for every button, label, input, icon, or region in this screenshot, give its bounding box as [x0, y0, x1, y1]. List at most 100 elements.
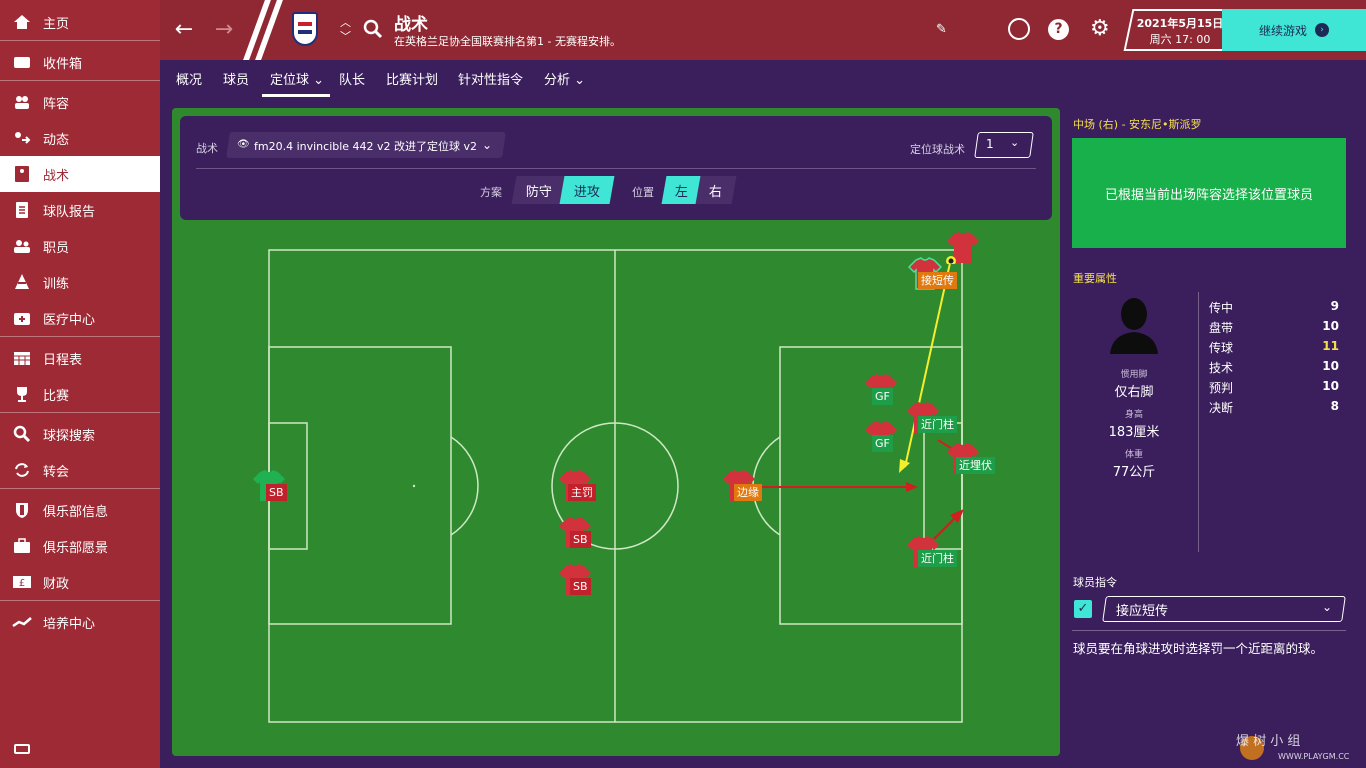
sidebar-item-label: 财政 — [43, 576, 70, 592]
player-marker[interactable]: GF — [864, 419, 898, 453]
up-down-chevron-icon[interactable]: ︿ ﹀ — [340, 16, 351, 44]
tab-match-plan[interactable]: 比赛计划 — [386, 69, 438, 94]
sidebar-item-label: 日程表 — [43, 352, 83, 368]
tab-opposition-instructions[interactable]: 针对性指令 — [458, 69, 523, 94]
attribute-row: 决断 8 — [1209, 399, 1339, 415]
sidebar-item-competitions[interactable]: 比赛 — [0, 376, 160, 412]
arrowhead — [906, 482, 918, 492]
player-marker[interactable]: SB — [558, 515, 592, 549]
player-marker[interactable]: SB — [558, 562, 592, 596]
tab-captains[interactable]: 队长 — [339, 69, 365, 94]
help-icon[interactable]: ? — [1048, 19, 1069, 40]
set-piece-tactic-value: 1 — [986, 137, 994, 151]
position-right-option[interactable]: 右 — [695, 176, 737, 204]
divider — [1072, 630, 1346, 631]
player-marker[interactable]: SB — [252, 468, 287, 502]
player-marker[interactable]: 接短传 — [908, 256, 957, 290]
tab-overview[interactable]: 概况 — [176, 69, 202, 94]
sidebar-item-medical[interactable]: 医疗中心 — [0, 300, 160, 336]
player-marker[interactable]: 近埋伏 — [946, 441, 995, 475]
sidebar-item-label: 比赛 — [43, 388, 70, 404]
chevron-down-icon: ⌄ — [482, 138, 493, 152]
tab-set-pieces[interactable]: 定位球 ⌄ — [262, 69, 330, 97]
player-marker[interactable]: 主罚 — [558, 468, 596, 502]
sidebar-item-dynamics[interactable]: 动态 — [0, 120, 160, 156]
tab-players[interactable]: 球员 — [223, 69, 249, 94]
chevron-down-icon: ⌄ — [1010, 136, 1020, 149]
scheme-defend-option[interactable]: 防守 — [511, 176, 567, 204]
search-icon[interactable] — [362, 18, 384, 40]
sidebar-item-finances[interactable]: £ 财政 — [0, 564, 160, 600]
sidebar-item-label: 球探搜索 — [43, 428, 96, 444]
scheme-attack-option[interactable]: 进攻 — [559, 176, 615, 204]
set-piece-tactic-label: 定位球战术 — [910, 143, 965, 156]
monitor-icon[interactable] — [14, 744, 30, 754]
forward-arrow-icon[interactable]: → — [210, 16, 238, 44]
tactic-name: fm20.4 invincible 442 v2 改进了定位球 v2 — [254, 140, 478, 153]
chevron-down-icon: ⌄ — [1322, 600, 1333, 614]
sidebar-item-squad[interactable]: 阵容 — [0, 84, 160, 120]
sidebar-item-label: 动态 — [43, 132, 70, 148]
sidebar-item-label: 训练 — [43, 276, 70, 292]
player-role-tag: GF — [872, 435, 893, 452]
sidebar-item-label: 职员 — [43, 240, 70, 256]
key-attributes-panel: 重要属性 惯用脚 仅右脚 身高 183厘米 体重 77公斤 传中 9 盘带 10 传… — [1064, 258, 1358, 558]
sidebar-divider — [0, 488, 160, 489]
player-marker[interactable]: 边缘 — [722, 468, 762, 502]
player-marker[interactable] — [946, 230, 980, 264]
divider — [196, 168, 1036, 169]
player-role-tag: 近门柱 — [918, 550, 957, 567]
sidebar-divider — [0, 600, 160, 601]
sidebar-item-scouting[interactable]: 球探搜索 — [0, 416, 160, 452]
gear-icon[interactable]: ⚙ — [1090, 17, 1110, 41]
player-marker[interactable]: GF — [864, 372, 898, 406]
home-icon — [12, 12, 32, 32]
sidebar-item-transfers[interactable]: 转会 — [0, 452, 160, 488]
back-arrow-icon[interactable]: ← — [170, 16, 198, 44]
sidebar-item-schedule[interactable]: 日程表 — [0, 340, 160, 376]
sidebar-item-development[interactable]: 培养中心 — [0, 604, 160, 640]
eye-icon: 👁 — [237, 139, 250, 150]
search-icon — [12, 424, 32, 444]
player-role-tag: 边缘 — [734, 484, 762, 501]
sidebar-item-training[interactable]: 训练 — [0, 264, 160, 300]
sidebar-item-tactics[interactable]: 战术 — [0, 156, 160, 192]
sidebar-divider — [0, 40, 160, 41]
instruction-checkbox[interactable]: ✓ — [1074, 600, 1092, 618]
sidebar-item-team-report[interactable]: 球队报告 — [0, 192, 160, 228]
sidebar-item-label: 转会 — [43, 464, 70, 480]
left-penalty-arc — [450, 436, 479, 536]
pencil-icon[interactable]: ✎ — [936, 22, 947, 37]
sidebar-item-label: 俱乐部信息 — [43, 504, 109, 520]
subnav-tabs: 概况 球员 定位球 ⌄ 队长 比赛计划 针对性指令 分析 ⌄ — [160, 60, 1366, 98]
chevron-right-icon: › — [1315, 23, 1329, 37]
foot-value: 仅右脚 — [1114, 385, 1154, 400]
tab-analysis[interactable]: 分析 ⌄ — [544, 69, 585, 94]
globe-icon[interactable] — [1008, 18, 1030, 40]
sidebar-item-label: 医疗中心 — [43, 312, 96, 328]
watermark-text: 爆 树 小 组 — [1236, 734, 1301, 749]
sidebar-item-inbox[interactable]: 收件箱 — [0, 44, 160, 80]
player-marker[interactable]: 近门柱 — [906, 400, 957, 434]
auto-selection-notice[interactable]: 已根据当前出场阵容选择该位置球员 — [1072, 138, 1346, 248]
calendar-icon — [12, 348, 32, 368]
player-marker[interactable]: 近门柱 — [906, 534, 957, 568]
page-subtitle: 在英格兰足协全国联赛排名第1 - 无赛程安排。 — [394, 35, 621, 48]
squad-icon — [12, 92, 32, 112]
sidebar-item-label: 战术 — [43, 168, 70, 184]
corner-taker-shirt-icon — [946, 232, 979, 264]
tactics-icon — [12, 164, 32, 184]
sidebar-item-staff[interactable]: 职员 — [0, 228, 160, 264]
development-icon — [12, 612, 32, 632]
sidebar-item-home[interactable]: 主页 — [0, 4, 160, 40]
weight-value: 77公斤 — [1112, 465, 1156, 480]
player-role-tag: 主罚 — [568, 484, 596, 501]
continue-button[interactable]: 继续游戏 › — [1222, 9, 1366, 51]
svg-text:£: £ — [19, 578, 25, 589]
sidebar-item-club-info[interactable]: 俱乐部信息 — [0, 492, 160, 528]
set-piece-tactic-dropdown[interactable] — [974, 132, 1034, 158]
club-crest[interactable] — [292, 12, 318, 46]
sidebar-item-club-vision[interactable]: 俱乐部愿景 — [0, 528, 160, 564]
transfer-icon — [12, 460, 32, 480]
player-silhouette-icon — [1110, 298, 1158, 354]
